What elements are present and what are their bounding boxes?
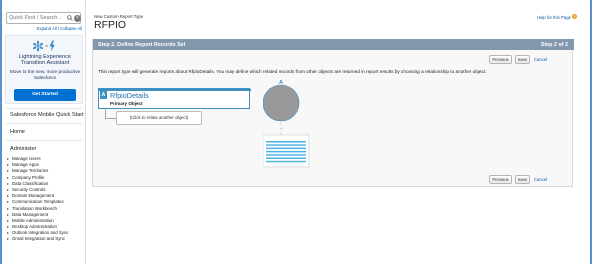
main-content: New Custom Report Type RFPIO Help for th…: [87, 0, 590, 264]
relate-object-button[interactable]: (Click to relate another object): [116, 111, 202, 125]
sidebar-admin-item-label: Company Profile: [12, 174, 45, 180]
diagram-record-line: [266, 144, 306, 146]
primary-object-label: Primary Object: [110, 100, 143, 106]
relationship-connector: [105, 109, 116, 119]
sidebar-admin-item-label: Translation Workbench: [12, 205, 57, 211]
primary-object-name: RfpioDetails: [110, 91, 149, 100]
link-separator: |: [57, 26, 59, 31]
sidebar-admin-item-label: Gmail Integration and Sync: [12, 236, 65, 242]
diagram-record-line: [266, 154, 306, 156]
sidebar-admin-item-label: Security Controls: [12, 186, 46, 192]
expand-triangle-icon[interactable]: [7, 182, 9, 185]
bottom-button-row: Previous Save Cancel: [463, 175, 563, 184]
step-description: This report type will generate reports a…: [98, 69, 487, 74]
expand-triangle-icon[interactable]: [7, 219, 9, 222]
expand-triangle-icon[interactable]: [7, 164, 9, 167]
step-title: Step 2. Define Report Records Set: [98, 41, 186, 48]
sidebar-item-home[interactable]: Home: [10, 129, 25, 135]
previous-button[interactable]: Previous: [489, 55, 512, 64]
clear-icon[interactable]: ×: [74, 14, 81, 22]
sidebar-section-administer: Administer: [10, 146, 37, 152]
expand-triangle-icon[interactable]: [7, 232, 9, 235]
sidebar-admin-item-label: Manage Apps: [12, 162, 39, 168]
lightning-transition-icon: [32, 40, 55, 52]
divider: [5, 108, 83, 109]
diagram-record-line: [266, 141, 306, 143]
sidebar-item-mobile-quick-start[interactable]: Salesforce Mobile Quick Start: [10, 112, 84, 118]
help-link[interactable]: Help for this Page: [537, 15, 571, 20]
search-icon[interactable]: [67, 15, 73, 21]
sidebar-admin-item-label: Communication Templates: [12, 199, 64, 205]
cancel-link[interactable]: Cancel: [534, 57, 547, 62]
diagram-record-line: [266, 157, 306, 159]
quick-find-input[interactable]: [9, 13, 63, 23]
cancel-link[interactable]: Cancel: [534, 177, 547, 182]
divider: [5, 140, 83, 141]
object-letter-badge: A: [100, 91, 107, 99]
step-panel: Step 2. Define Report Records Set Step 2…: [92, 39, 574, 187]
top-button-row: Previous Save Cancel: [463, 55, 563, 64]
expand-triangle-icon[interactable]: [7, 158, 9, 160]
get-started-button[interactable]: Get Started: [14, 89, 76, 101]
expand-triangle-icon[interactable]: [7, 207, 9, 210]
diagram-circle: [263, 84, 300, 122]
expand-triangle-icon[interactable]: [7, 176, 9, 179]
primary-object-card[interactable]: A RfpioDetails Primary Object: [98, 88, 251, 109]
admin-menu: Manage Users Manage Apps Manage Territorie…: [7, 156, 85, 243]
sidebar-admin-item-label: Outlook Integration and Sync: [12, 230, 69, 236]
sidebar-admin-item-label: Desktop Administration: [12, 224, 57, 230]
sidebar-admin-item-label: Manage Territories: [12, 168, 49, 174]
diagram-record-line: [266, 147, 306, 150]
help-icon[interactable]: ?: [572, 14, 577, 19]
save-button[interactable]: Save: [515, 175, 530, 184]
sidebar-admin-item-label: Data Classification: [12, 180, 49, 186]
expand-triangle-icon[interactable]: [7, 188, 9, 191]
lex-title: Lightning Experience Transition Assistan…: [6, 54, 84, 66]
expand-triangle-icon[interactable]: [7, 213, 9, 216]
expand-triangle-icon[interactable]: [7, 238, 9, 241]
lightning-transition-panel: Lightning Experience Transition Assistan…: [5, 35, 83, 104]
expand-triangle-icon[interactable]: [7, 226, 9, 229]
step-header: Step 2. Define Report Records Set Step 2…: [93, 39, 574, 50]
lex-sub-line2: Salesforce: [33, 74, 57, 80]
quick-find-box[interactable]: ×: [6, 12, 81, 24]
report-set-diagram: A +: [263, 80, 310, 168]
sidebar-admin-item[interactable]: Gmail Integration and Sync: [7, 236, 85, 242]
previous-button[interactable]: Previous: [489, 175, 512, 184]
sidebar-admin-item-label: Data Management: [12, 211, 49, 217]
expand-collapse-links: Expand All | Collapse All: [2, 26, 85, 31]
lex-subtitle: Move to the new, more productive Salesfo…: [6, 69, 84, 80]
divider: [5, 123, 83, 124]
expand-all-link[interactable]: Expand All: [37, 26, 57, 31]
step-count: Step 2 of 2: [540, 41, 568, 48]
lex-sub-line1: Move to the new, more productive: [9, 69, 81, 74]
expand-triangle-icon[interactable]: [7, 201, 9, 204]
sidebar-admin-item-label: Manage Users: [12, 156, 41, 161]
page-title: RFPIO: [94, 19, 127, 31]
save-button[interactable]: Save: [515, 55, 530, 64]
sidebar-admin-item-label: Mobile Administration: [12, 217, 54, 223]
expand-triangle-icon[interactable]: [7, 195, 9, 198]
lex-title-line2: Transition Assistant: [20, 60, 70, 67]
sidebar: × Expand All | Collapse All Lightning Ex…: [2, 0, 86, 264]
diagram-plus: +: [280, 127, 284, 133]
sidebar-admin-item-label: Domain Management: [12, 193, 54, 199]
diagram-record-line: [266, 160, 306, 163]
collapse-all-link[interactable]: Collapse All: [60, 26, 82, 31]
expand-triangle-icon[interactable]: [7, 170, 9, 173]
diagram-record-line: [266, 150, 306, 153]
